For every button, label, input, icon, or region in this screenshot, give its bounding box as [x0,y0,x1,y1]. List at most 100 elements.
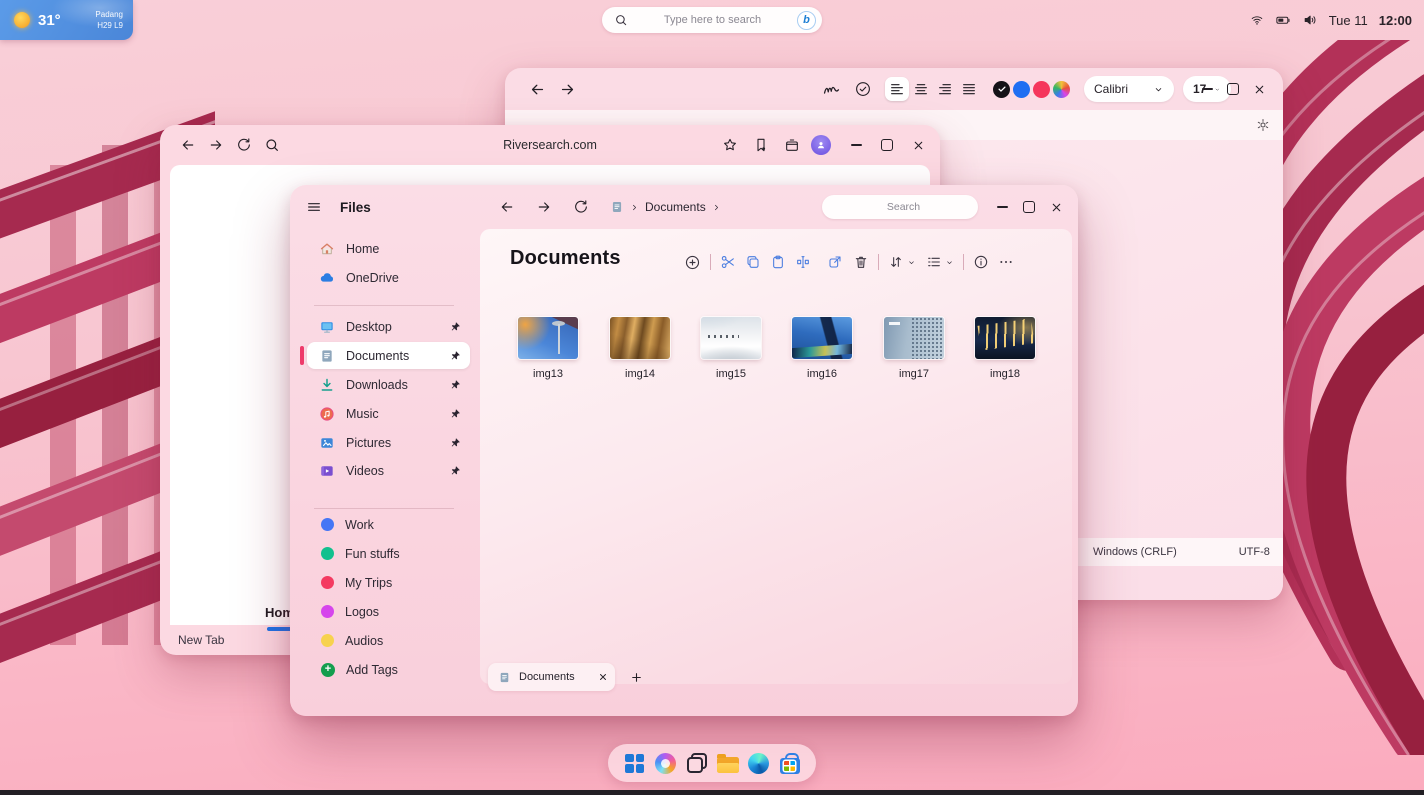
sidebar-item-pictures[interactable]: Pictures [307,429,470,456]
browser-new-tab[interactable]: New Tab [178,633,224,647]
sidebar-item-documents[interactable]: Documents [307,342,470,369]
favorite-star-icon[interactable] [718,133,742,157]
share-icon[interactable] [827,254,843,270]
files-minimize-button[interactable] [990,195,1014,219]
bookmark-add-icon[interactable] [749,133,773,157]
tag-item-my-trips[interactable]: My Trips [307,569,470,596]
gear-icon[interactable] [1251,113,1275,137]
sidebar-divider [314,508,454,509]
new-item-icon[interactable] [684,254,701,271]
file-item-img18[interactable]: img18 [965,317,1045,380]
browser-close-button[interactable] [906,133,930,157]
sidebar-item-videos[interactable]: Videos [307,457,470,484]
align-left-button[interactable] [885,77,909,101]
draw-pen-icon[interactable] [819,77,843,101]
windows-logo-icon [625,754,644,773]
browser-minimize-button[interactable] [844,133,868,157]
taskbar-search-input[interactable] [628,13,797,27]
files-window: Files Documents [290,185,1078,716]
more-options-icon[interactable] [998,254,1014,270]
align-justify-button[interactable] [957,77,981,101]
file-thumbnail [975,317,1035,359]
align-center-button[interactable] [909,77,933,101]
hamburger-menu-icon[interactable] [302,195,326,219]
editor-close-button[interactable] [1247,77,1271,101]
system-tray[interactable]: Tue 11 12:00 [1250,0,1412,40]
weather-widget[interactable]: 31° Padang H29 L9 [0,0,133,40]
dock-item-copilot[interactable] [655,752,677,774]
editor-minimize-button[interactable] [1195,77,1219,101]
sidebar-item-home[interactable]: Home [307,235,470,262]
sidebar-item-onedrive[interactable]: OneDrive [307,264,470,291]
file-item-img15[interactable]: img15 [691,317,771,380]
browser-forward-button[interactable] [204,133,228,157]
new-tab-plus-icon[interactable] [624,665,648,689]
bing-icon[interactable]: b [797,11,816,30]
dock-item-edge[interactable] [748,752,770,774]
selected-item-accent [300,346,304,365]
dock-item-file-explorer[interactable] [717,752,739,774]
sidebar-item-music[interactable]: Music [307,400,470,427]
info-icon[interactable] [973,254,989,270]
taskbar-search[interactable]: b [602,7,822,33]
editor-forward-button[interactable] [555,77,579,101]
files-back-button[interactable] [495,195,519,219]
color-swatch-red[interactable] [1033,81,1050,98]
files-titlebar[interactable]: Files Documents [290,185,1078,229]
editor-maximize-button[interactable] [1221,77,1245,101]
copy-icon[interactable] [745,254,761,270]
tag-item-logos[interactable]: Logos [307,598,470,625]
file-name: img15 [691,368,771,380]
browser-back-button[interactable] [176,133,200,157]
browser-maximize-button[interactable] [875,133,899,157]
dock-item-windows-start[interactable] [624,752,646,774]
paste-icon[interactable] [770,254,786,270]
sun-icon [14,12,30,28]
files-search-input[interactable] [834,200,989,214]
spellcheck-icon[interactable] [851,77,875,101]
files-forward-button[interactable] [532,195,556,219]
collections-icon[interactable] [780,133,804,157]
tag-color-dot [321,518,334,531]
file-item-img14[interactable]: img14 [600,317,680,380]
delete-trash-icon[interactable] [853,254,869,270]
file-name: img16 [782,368,862,380]
profile-avatar[interactable] [811,135,831,155]
file-name: img13 [508,368,588,380]
color-swatch-blue[interactable] [1013,81,1030,98]
files-close-button[interactable] [1044,195,1068,219]
cut-icon[interactable] [720,254,736,270]
breadcrumb-folder[interactable]: Documents [645,200,706,214]
encoding-status: UTF-8 [1239,546,1270,558]
add-tags-button[interactable]: + Add Tags [307,656,470,683]
file-item-img16[interactable]: img16 [782,317,862,380]
browser-search-button[interactable] [260,133,284,157]
files-app-title: Files [340,200,371,215]
browser-reload-button[interactable] [232,133,256,157]
files-search-box[interactable] [822,195,978,219]
dock-item-task-view[interactable] [686,752,708,774]
align-right-button[interactable] [933,77,957,101]
files-maximize-button[interactable] [1017,195,1041,219]
editor-back-button[interactable] [525,77,549,101]
sidebar-item-downloads[interactable]: Downloads [307,371,470,398]
browser-titlebar[interactable]: Riversearch.com [160,125,940,165]
dock-item-microsoft-store[interactable] [779,752,801,774]
pin-icon [450,465,461,476]
view-options-icon[interactable] [926,254,942,270]
font-family-dropdown[interactable]: Calibri [1084,76,1174,102]
tab-close-icon[interactable] [593,667,613,687]
tag-item-fun-stuffs[interactable]: Fun stuffs [307,540,470,567]
files-refresh-button[interactable] [569,195,593,219]
sort-icon[interactable] [888,254,904,270]
breadcrumb: Documents [610,200,721,214]
files-tab-documents[interactable]: Documents [488,663,615,691]
sidebar-item-desktop[interactable]: Desktop [307,313,470,340]
rename-icon[interactable] [795,254,811,270]
file-item-img17[interactable]: img17 [874,317,954,380]
tag-item-work[interactable]: Work [307,511,470,538]
color-swatch-black[interactable] [993,81,1010,98]
file-item-img13[interactable]: img13 [508,317,588,380]
color-wheel-swatch[interactable] [1053,81,1070,98]
tag-item-audios[interactable]: Audios [307,627,470,654]
